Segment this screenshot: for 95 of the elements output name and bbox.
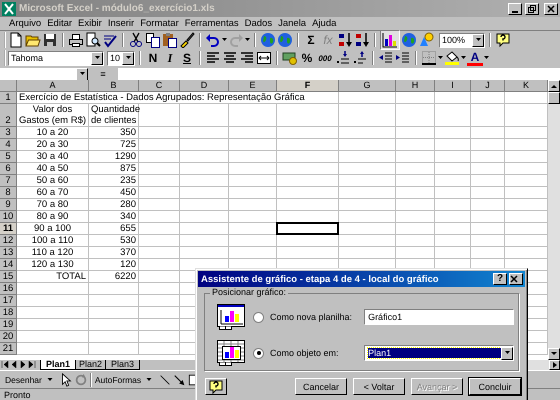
row-header[interactable]: 6 [0, 163, 17, 175]
zoom-dropdown[interactable]: 100% [439, 32, 485, 48]
table-cell: 110 a 120 [17, 247, 89, 259]
table-cell: 100 a 110 [17, 235, 89, 247]
sheet-title: Exercício de Estatística - Dados Agrupados: Representação Gráfica [17, 92, 307, 103]
row-header[interactable]: 5 [0, 151, 17, 163]
table-cell: 6220 [89, 271, 139, 283]
menu-item[interactable]: Editar [44, 18, 76, 29]
column-header[interactable]: F [277, 80, 339, 92]
bold-button[interactable]: N [145, 50, 161, 66]
column-header[interactable]: A [17, 80, 89, 92]
table-cell: TOTAL [17, 271, 89, 283]
table-cell: 60 a 70 [17, 187, 89, 199]
row-header[interactable]: 3 [0, 127, 17, 139]
sheet-tab[interactable]: Plan1 [40, 360, 76, 370]
table-cell: Valor dos Gastos (em R$) [17, 104, 89, 127]
row-header[interactable]: 2 [0, 104, 17, 127]
row-header[interactable]: 13 [0, 247, 17, 259]
row-header[interactable]: 4 [0, 139, 17, 151]
menu-item[interactable]: Arquivo [6, 18, 44, 29]
column-header[interactable]: I [435, 80, 471, 92]
dialog-button[interactable]: < Voltar [353, 378, 405, 395]
sum-button[interactable]: Σ [303, 32, 319, 48]
table-cell: 50 a 60 [17, 175, 89, 187]
underline-button[interactable]: S [179, 50, 195, 66]
row-header[interactable]: 17 [0, 295, 17, 307]
row-header[interactable]: 8 [0, 187, 17, 199]
table-cell: 30 a 40 [17, 151, 89, 163]
font-size-dropdown[interactable]: 10 [107, 50, 135, 66]
menu-item[interactable]: Inserir [104, 18, 138, 29]
table-cell: 340 [89, 211, 139, 223]
table-cell: 90 a 100 [17, 223, 89, 235]
thousands-button[interactable]: 000 [316, 50, 334, 66]
column-header[interactable]: D [180, 80, 229, 92]
row-header[interactable]: 16 [0, 283, 17, 295]
table-cell: 350 [89, 127, 139, 139]
table-cell: 1290 [89, 151, 139, 163]
dialog-button[interactable]: Cancelar [295, 378, 347, 395]
table-cell: 280 [89, 199, 139, 211]
table-cell: 235 [89, 175, 139, 187]
column-header[interactable]: E [229, 80, 277, 92]
equals-button[interactable]: = [88, 68, 118, 78]
row-header[interactable]: 20 [0, 331, 17, 343]
column-header[interactable]: C [139, 80, 180, 92]
font-dropdown[interactable]: Tahoma [8, 50, 104, 66]
menu-item[interactable]: Exibir [75, 18, 105, 29]
table-cell: 450 [89, 187, 139, 199]
table-cell: 10 a 20 [17, 127, 89, 139]
row-header[interactable]: 9 [0, 199, 17, 211]
option-label[interactable]: Como nova planilha: [270, 312, 358, 322]
autoshapes-menu[interactable]: AutoFormas [94, 372, 158, 388]
row-header[interactable]: 15 [0, 271, 17, 283]
group-label: Posicionar gráfico: [210, 287, 288, 297]
table-cell: 120 [89, 259, 139, 271]
table-cell: 120 a 130 [17, 259, 89, 271]
window-title: Microsoft Excel - módulo6_exercício1.xls [19, 3, 216, 14]
help-button[interactable]: ? [493, 273, 507, 285]
menu-item[interactable]: Ajuda [309, 18, 340, 29]
menu-item[interactable]: Formatar [137, 18, 182, 29]
name-field[interactable]: Gráfico1 [364, 309, 514, 325]
table-cell: Quantidade de clientes [89, 104, 139, 127]
row-header[interactable]: 18 [0, 307, 17, 319]
row-header[interactable]: 10 [0, 211, 17, 223]
table-cell: 725 [89, 139, 139, 151]
table-cell: 20 a 30 [17, 139, 89, 151]
row-header[interactable]: 1 [0, 92, 17, 104]
table-cell: 530 [89, 235, 139, 247]
draw-menu[interactable]: Desenhar [4, 372, 58, 388]
table-cell: 40 a 50 [17, 163, 89, 175]
menu-item[interactable]: Ferramentas [182, 18, 242, 29]
column-header[interactable]: H [396, 80, 435, 92]
table-cell: 80 a 90 [17, 211, 89, 223]
menu-item[interactable]: Janela [275, 18, 310, 29]
column-header[interactable]: J [471, 80, 505, 92]
table-cell: 70 a 80 [17, 199, 89, 211]
italic-button[interactable]: I [162, 50, 178, 66]
option-label[interactable]: Como objeto em: [270, 348, 358, 358]
column-header[interactable]: K [505, 80, 548, 92]
row-header[interactable]: 19 [0, 319, 17, 331]
column-header[interactable]: B [89, 80, 139, 92]
dialog-button[interactable]: Concluir [469, 378, 521, 395]
dialog-title: Assistente de gráfico - etapa 4 de 4 - local do gráfico [201, 274, 440, 284]
table-cell: 875 [89, 163, 139, 175]
sheet-tab[interactable]: Plan3 [105, 360, 140, 370]
row-header[interactable]: 21 [0, 343, 17, 355]
menu-item[interactable]: Dados [242, 18, 276, 29]
percent-button[interactable]: % [299, 50, 315, 66]
row-header[interactable]: 11 [0, 223, 17, 235]
column-header[interactable]: G [339, 80, 396, 92]
table-cell: 370 [89, 247, 139, 259]
table-cell: 655 [89, 223, 139, 235]
row-header[interactable]: 7 [0, 175, 17, 187]
row-header[interactable]: 14 [0, 259, 17, 271]
sheet-dropdown[interactable]: Plan1 [364, 345, 514, 361]
row-header[interactable]: 12 [0, 235, 17, 247]
